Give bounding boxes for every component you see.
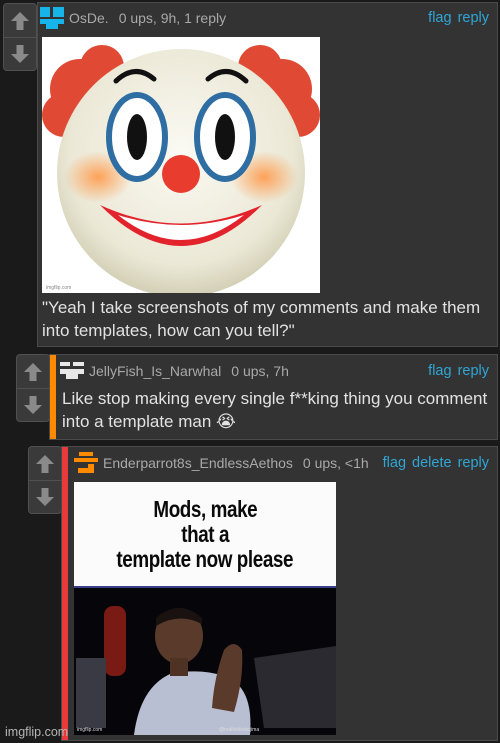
meme-caption-line: template now please [116, 545, 294, 572]
loudly-crying-face-emoji: 😭 [216, 411, 236, 431]
comment-actions: flag delete reply [383, 455, 489, 471]
comment-header: JellyFish_Is_Narwhal 0 ups, 7h flag repl… [60, 355, 489, 387]
username[interactable]: Enderparrot8s_EndlessAethos [103, 455, 293, 471]
image-watermark: imgflip.com [46, 285, 72, 291]
flag-link[interactable]: flag [383, 455, 406, 471]
comment-meta: 0 ups, 9h, 1 reply [118, 10, 227, 26]
delete-link[interactable]: delete [412, 455, 452, 471]
flag-link[interactable]: flag [428, 10, 451, 26]
vote-box-3 [28, 446, 62, 514]
comment-actions: flag reply [428, 10, 489, 26]
flag-link[interactable]: flag [428, 363, 451, 379]
meme-photo [74, 588, 336, 735]
comment-header: OsDe. 0 ups, 9h, 1 reply flag reply [40, 3, 489, 33]
upvote-arrow-icon [11, 11, 29, 30]
downvote-arrow-icon [11, 45, 29, 63]
upvote-arrow-icon [24, 362, 42, 381]
reply-link[interactable]: reply [458, 455, 489, 471]
comment-2: JellyFish_Is_Narwhal 0 ups, 7h flag repl… [49, 354, 498, 440]
comment-1: OsDe. 0 ups, 9h, 1 reply flag reply imgf… [37, 2, 498, 347]
username[interactable]: OsDe. [69, 10, 109, 26]
meme-caption-line: that a [181, 520, 229, 547]
comment-text: Like stop making every single f**king th… [62, 389, 488, 431]
downvote-arrow-icon [36, 488, 54, 506]
comment-header: Enderparrot8s_EndlessAethos 0 ups, <1h f… [74, 447, 489, 479]
reply-link[interactable]: reply [458, 10, 489, 26]
vote-box-2 [16, 354, 50, 422]
upvote-button-2[interactable] [17, 355, 49, 388]
avatar-icon[interactable] [60, 360, 84, 382]
upvote-arrow-icon [36, 454, 54, 473]
avatar-icon[interactable] [74, 452, 98, 474]
thread-stripe-red [62, 447, 68, 740]
downvote-button-3[interactable] [29, 480, 61, 513]
meme-caption-panel: Mods, make that a template now please [74, 482, 336, 588]
thread-stripe-orange [50, 355, 56, 439]
upvote-button-3[interactable] [29, 447, 61, 480]
comment-meta: 0 ups, 7h [231, 363, 289, 379]
imgflip-watermark: imgflip.com [5, 725, 69, 739]
downvote-arrow-icon [24, 396, 42, 414]
mods-meme-image[interactable]: Mods, make that a template now please im… [74, 482, 336, 735]
reply-link[interactable]: reply [458, 363, 489, 379]
comment-text-block: Like stop making every single f**king th… [62, 388, 492, 433]
comment-text: "Yeah I take screenshots of my comments … [42, 298, 481, 340]
comment-actions: flag reply [428, 363, 489, 379]
clown-face-emoji-icon [42, 45, 320, 293]
clown-meme-image[interactable]: imgflip.com [42, 37, 320, 293]
comment-3: Enderparrot8s_EndlessAethos 0 ups, <1h f… [61, 446, 498, 741]
username[interactable]: JellyFish_Is_Narwhal [89, 363, 221, 379]
downvote-button-2[interactable] [17, 388, 49, 421]
image-credit: @realhideokojima [219, 727, 260, 733]
downvote-button-1[interactable] [4, 37, 36, 70]
vote-box-1 [3, 3, 37, 71]
meme-caption-line: Mods, make [153, 495, 257, 522]
image-watermark: imgflip.com [77, 727, 103, 733]
comment-meta: 0 ups, <1h [302, 455, 369, 471]
upvote-button-1[interactable] [4, 4, 36, 37]
avatar-icon[interactable] [40, 7, 64, 29]
